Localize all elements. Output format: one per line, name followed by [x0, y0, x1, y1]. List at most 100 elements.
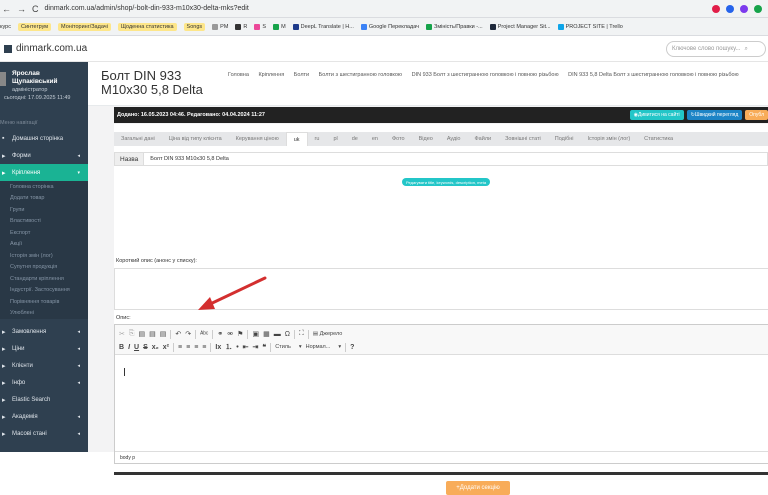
sidebar-subitem[interactable]: Порівняння товарів: [0, 296, 88, 308]
bookmark-item[interactable]: PROJECT SITE | Trello: [557, 23, 623, 30]
style-dropdown[interactable]: Стиль ▾: [275, 344, 301, 350]
short-desc-label: Короткий опис (анонс у списку):: [116, 258, 197, 264]
back-arrow-icon[interactable]: ←: [2, 4, 11, 14]
extension-icon[interactable]: [712, 4, 720, 13]
paste-word-icon[interactable]: ▤: [160, 330, 167, 338]
forward-arrow-icon[interactable]: →: [17, 4, 26, 14]
horizontal-line-icon[interactable]: ▬: [274, 331, 281, 338]
align-justify-icon[interactable]: ≡: [202, 344, 206, 351]
sidebar-subitem[interactable]: Супутня продукція: [0, 261, 88, 273]
help-icon[interactable]: ?: [350, 344, 354, 351]
sidebar-item-elastic[interactable]: ▸ Elastic Search: [0, 391, 88, 408]
sidebar-item-fasteners[interactable]: ▸ Кріплення ▾: [0, 164, 88, 181]
sidebar-subitem[interactable]: Групи: [0, 204, 88, 216]
sidebar-item-prices[interactable]: ▸ Ціни ◂: [0, 340, 88, 357]
chevron-left-icon: ◂: [77, 413, 80, 420]
sidebar-item-academy[interactable]: ▸ Академія ◂: [0, 408, 88, 425]
bookmark-item[interactable]: Songs: [183, 22, 206, 31]
sidebar-item-orders[interactable]: ▸ Замовлення ◂: [0, 323, 88, 340]
outdent-icon[interactable]: ⇤: [243, 343, 249, 351]
search-input[interactable]: Ключове слово пошуку... ⌕: [666, 41, 766, 57]
image-icon[interactable]: ▣: [252, 330, 259, 338]
bold-icon[interactable]: B: [119, 344, 124, 351]
toolbar-divider: [195, 329, 197, 339]
sidebar-subitem[interactable]: Улюблені: [0, 307, 88, 319]
superscript-icon[interactable]: x²: [163, 344, 169, 351]
source-button[interactable]: ▤ Джерело: [313, 331, 342, 337]
format-dropdown[interactable]: Нормал... ▾: [306, 344, 342, 350]
paste-icon[interactable]: ▤: [138, 330, 145, 338]
breadcrumb-item[interactable]: Болти з шестигранною головкою: [319, 72, 402, 78]
remove-format-icon[interactable]: Ix: [215, 344, 221, 351]
copy-icon[interactable]: ⎘: [129, 330, 135, 338]
subscript-icon[interactable]: x₂: [152, 344, 159, 351]
blockquote-icon[interactable]: ❝: [262, 343, 266, 351]
spellcheck-icon[interactable]: ᴬᵇᶜ: [200, 331, 208, 338]
bookmark-item[interactable]: Моніторинг/Задачі: [58, 22, 111, 31]
maximize-icon[interactable]: ⛶: [299, 330, 304, 338]
sidebar-subitem[interactable]: Акції: [0, 238, 88, 250]
bookmark-item[interactable]: M: [273, 23, 286, 30]
breadcrumb-item[interactable]: DIN 933 Болт з шестигранною головкою і п…: [412, 72, 559, 78]
reload-icon[interactable]: C: [32, 4, 39, 14]
bookmark-item[interactable]: Зміність/Правки -...: [426, 23, 483, 30]
url-field[interactable]: dinmark.com.ua/admin/shop/-bolt-din-933-…: [45, 5, 249, 12]
numbered-list-icon[interactable]: ⒈: [225, 342, 232, 352]
site-link[interactable]: dinmark.com.ua: [4, 43, 87, 54]
bulleted-list-icon[interactable]: •: [236, 344, 238, 351]
unlink-icon[interactable]: ⚮: [227, 330, 233, 338]
anchor-icon[interactable]: ⚑: [237, 330, 243, 338]
extension-icon[interactable]: [726, 4, 734, 13]
search-icon[interactable]: ⌕: [744, 46, 747, 53]
breadcrumb-item[interactable]: Головна: [228, 72, 249, 78]
bookmark-item[interactable]: Синтегрум: [17, 22, 52, 31]
undo-icon[interactable]: ↶: [175, 330, 181, 338]
cut-icon[interactable]: ✂: [119, 330, 125, 338]
align-right-icon[interactable]: ≡: [194, 344, 198, 351]
quick-view-button[interactable]: ↻ Швидкий перегляд: [686, 110, 743, 120]
bookmark-item[interactable]: R: [235, 23, 247, 30]
italic-icon[interactable]: I: [128, 344, 130, 351]
sidebar-item-articles[interactable]: ▸ Масові стані ◂: [0, 425, 88, 442]
short-desc-textarea[interactable]: [114, 268, 768, 310]
breadcrumb-item[interactable]: Болти: [294, 72, 309, 78]
redo-icon[interactable]: ↷: [185, 330, 191, 338]
search-placeholder: Ключове слово пошуку...: [672, 46, 741, 52]
link-icon[interactable]: ⚭: [217, 330, 223, 338]
sidebar-item-info[interactable]: ▸ Інфо ◂: [0, 374, 88, 391]
sidebar-item-clients[interactable]: ▸ Клієнти ◂: [0, 357, 88, 374]
sidebar-subitem[interactable]: Історія змін (лог): [0, 250, 88, 262]
bookmark-item[interactable]: PM: [212, 23, 228, 30]
strikethrough-icon[interactable]: S: [143, 344, 148, 351]
bookmark-item[interactable]: S: [254, 23, 266, 30]
underline-icon[interactable]: U: [134, 344, 139, 351]
publish-button[interactable]: Опубл: [745, 110, 768, 120]
bookmark-item[interactable]: Project Manager Sit...: [489, 23, 551, 30]
bookmark-item[interactable]: DeepL Translate | H...: [292, 23, 354, 30]
sidebar-subitem[interactable]: Експорт: [0, 227, 88, 239]
extension-icon[interactable]: [754, 4, 762, 13]
add-section-button[interactable]: + Додати секцію: [446, 481, 510, 495]
sidebar-subitem[interactable]: Головна сторінка: [0, 181, 88, 193]
align-center-icon[interactable]: ≡: [186, 344, 190, 351]
bookmark-item[interactable]: Google Перекладач: [360, 23, 419, 30]
sidebar-subitem[interactable]: Стандарти кріплення: [0, 273, 88, 285]
extension-icon[interactable]: [740, 4, 748, 13]
sidebar-subitem[interactable]: Додати товар: [0, 192, 88, 204]
align-left-icon[interactable]: ≡: [178, 344, 182, 351]
table-icon[interactable]: ▦: [263, 330, 270, 338]
section-divider: [114, 472, 768, 475]
sidebar-item-forms[interactable]: ▸ Форми ◂: [0, 147, 88, 164]
paste-text-icon[interactable]: ▤: [149, 330, 156, 338]
sidebar-subitem[interactable]: Індустрії. Застосування: [0, 284, 88, 296]
editor-content-area[interactable]: [115, 356, 768, 451]
sidebar-item-home[interactable]: ▪ Домашня сторінка: [0, 130, 88, 147]
view-on-site-button[interactable]: ◉ Дивитися на сайті: [629, 110, 684, 120]
bookmark-item[interactable]: курс: [0, 24, 11, 30]
breadcrumb-item[interactable]: Кріплення: [258, 72, 284, 78]
sidebar-subitem[interactable]: Властивості: [0, 215, 88, 227]
indent-icon[interactable]: ⇥: [253, 343, 259, 351]
bookmark-item[interactable]: Щоденна статистика: [117, 22, 177, 31]
special-char-icon[interactable]: Ω: [285, 331, 290, 338]
toolbar-divider: [345, 342, 347, 352]
